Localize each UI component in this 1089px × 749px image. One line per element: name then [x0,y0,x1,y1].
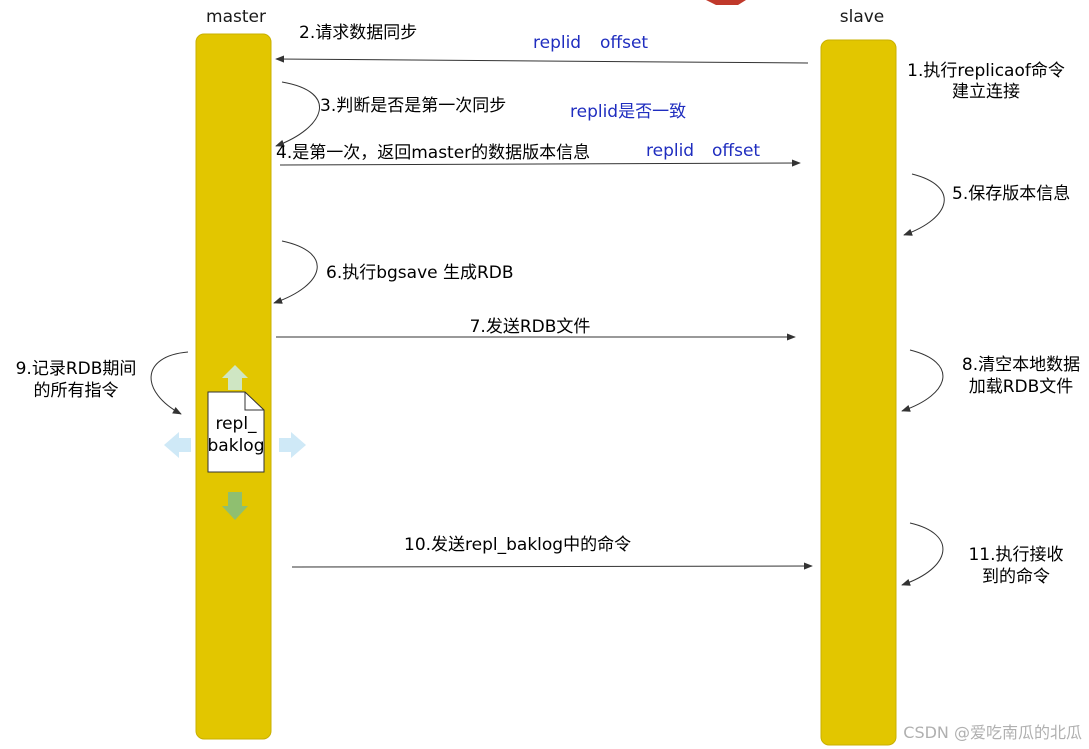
arrow-right-icon [279,432,306,458]
step3-self-arrow [275,81,320,147]
master-label: master [206,7,266,27]
step6-self-arrow [273,240,318,304]
step8-label-line1: 8.清空本地数据 [962,355,1080,375]
step7-label: 7.发送RDB文件 [470,317,591,337]
repl-baklog-buffer: repl_ baklog [207,391,265,473]
step4-param-replid: replid [646,141,694,161]
step10-label: 10.发送repl_baklog中的命令 [404,535,631,555]
step8-self-arrow [901,349,944,412]
step4-param-offset: offset [712,141,760,161]
step2-param-replid: replid [533,33,581,53]
sync-sequence-diagram: master slave 1.执行replicaof命令 建立连接 2.请求数据… [16,0,1082,746]
watermark: CSDN @爱吃南瓜的北瓜 [903,723,1082,742]
step11-self-arrow [901,522,944,586]
step3-note: replid是否一致 [570,102,686,122]
buffer-label-line2: baklog [208,436,265,456]
step4-arrow [279,159,801,167]
step5-label: 5.保存版本信息 [952,184,1070,204]
buffer-label-line1: repl_ [215,414,257,434]
top-mark-icon [706,0,746,5]
step4-label: 4.是第一次，返回master的数据版本信息 [276,143,590,163]
arrow-left-icon [164,432,191,458]
step1-label-line2: 建立连接 [952,82,1020,102]
step3-label: 3.判断是否是第一次同步 [320,96,506,116]
step8-label-line2: 加载RDB文件 [969,377,1074,397]
step11-label-line1: 11.执行接收 [968,545,1063,565]
step2-label: 2.请求数据同步 [299,23,417,43]
step9-arrow [150,351,189,415]
step1-label-line1: 1.执行replicaof命令 [907,61,1065,81]
step11-label-line2: 到的命令 [982,567,1050,587]
slave-label: slave [840,7,885,27]
step6-label: 6.执行bgsave 生成RDB [326,263,514,283]
slave-lifeline [820,39,897,746]
step9-label-line2: 的所有指令 [34,381,119,401]
step10-arrow [291,562,813,570]
step2-param-offset: offset [600,33,648,53]
step2-arrow [275,55,809,64]
step5-self-arrow [903,173,945,236]
step9-label-line1: 9.记录RDB期间 [16,359,137,379]
